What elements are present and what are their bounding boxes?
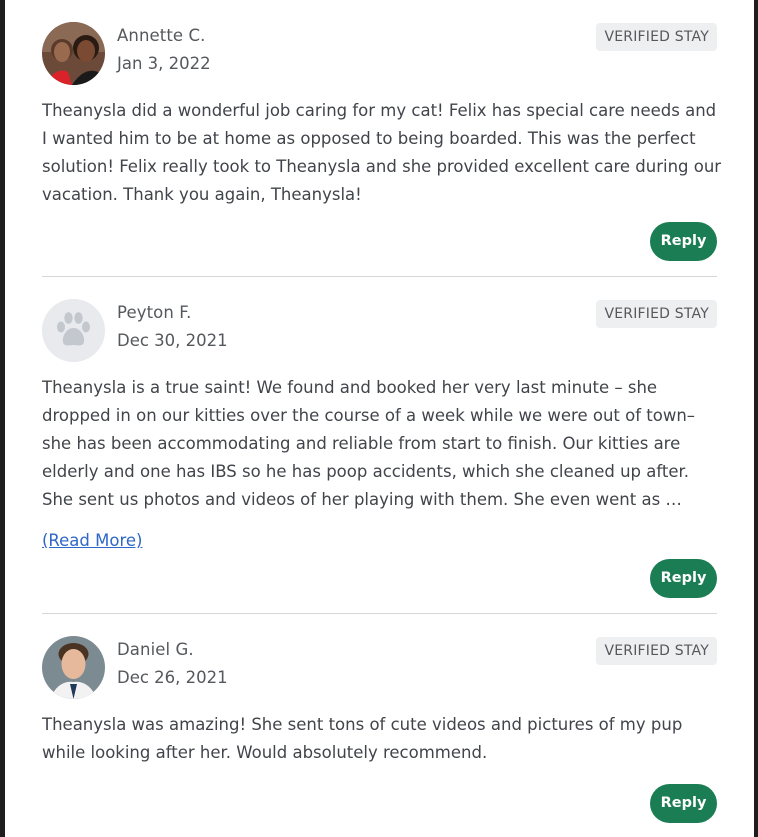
paw-icon — [42, 299, 105, 362]
reviewer-name: Daniel G. — [117, 640, 194, 659]
reply-button[interactable]: Reply — [650, 784, 717, 823]
review-text: Theanysla was amazing! She sent tons of … — [42, 715, 683, 762]
review-item: Peyton F. Dec 30, 2021 VERIFIED STAY The… — [42, 277, 717, 614]
review-date: Dec 30, 2021 — [117, 331, 228, 350]
review-date: Dec 26, 2021 — [117, 668, 228, 687]
verified-stay-badge: VERIFIED STAY — [596, 637, 717, 665]
reply-button[interactable]: Reply — [650, 222, 717, 261]
avatar — [42, 299, 105, 362]
review-item: Daniel G. Dec 26, 2021 VERIFIED STAY The… — [42, 614, 717, 837]
reviews-panel: Annette C. Jan 3, 2022 VERIFIED STAY The… — [5, 0, 754, 837]
review-date: Jan 3, 2022 — [117, 54, 211, 73]
avatar — [42, 22, 105, 85]
reviewer-name: Peyton F. — [117, 303, 192, 322]
review-item: Annette C. Jan 3, 2022 VERIFIED STAY The… — [42, 0, 721, 277]
review-text: Theanysla is a true saint! We found and … — [42, 378, 696, 509]
avatar — [42, 636, 105, 699]
read-more-link[interactable]: (Read More) — [42, 531, 142, 550]
verified-stay-badge: VERIFIED STAY — [596, 23, 717, 51]
review-text: Theanysla did a wonderful job caring for… — [42, 101, 722, 204]
reviewer-name: Annette C. — [117, 26, 206, 45]
verified-stay-badge: VERIFIED STAY — [596, 300, 717, 328]
reply-button[interactable]: Reply — [650, 559, 717, 598]
